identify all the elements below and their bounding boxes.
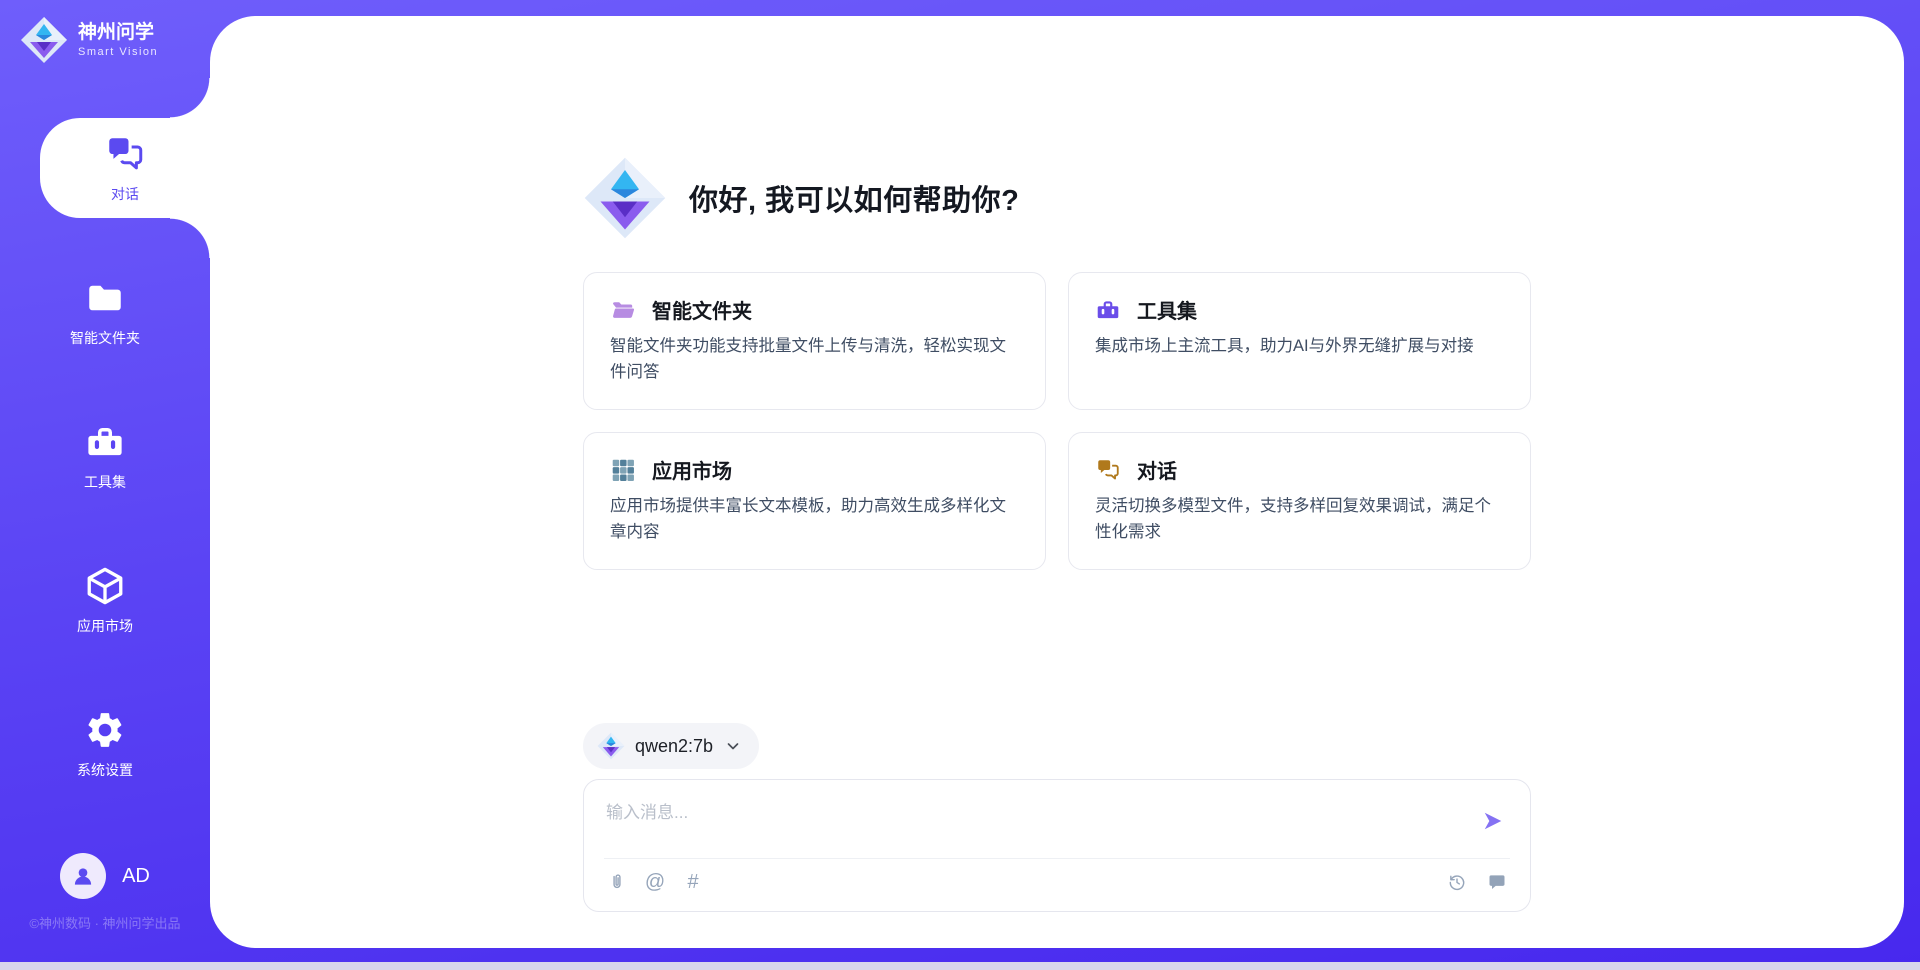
card-title: 智能文件夹 xyxy=(652,295,752,324)
message-composer: @ # xyxy=(583,779,1531,912)
card-description: 集成市场上主流工具，助力AI与外界无缝扩展与对接 xyxy=(1095,334,1504,360)
chevron-down-icon xyxy=(725,738,741,754)
chat-bubbles-icon xyxy=(1095,457,1121,483)
toolbox-icon xyxy=(1095,297,1121,323)
card-app-market[interactable]: 应用市场 应用市场提供丰富长文本模板，助力高效生成多样化文章内容 xyxy=(583,432,1046,570)
at-icon: @ xyxy=(645,872,665,892)
market-grid-icon xyxy=(610,457,636,483)
feature-cards: 智能文件夹 智能文件夹功能支持批量文件上传与清洗，轻松实现文件问答 工具集 集成… xyxy=(583,272,1531,570)
send-button[interactable] xyxy=(1476,804,1510,838)
cube-icon xyxy=(84,565,126,607)
send-icon xyxy=(1482,810,1504,832)
feedback-button[interactable] xyxy=(1484,869,1510,895)
history-icon xyxy=(1447,872,1467,892)
sidebar-item-label: 应用市场 xyxy=(77,616,133,636)
user-account[interactable]: AD xyxy=(0,853,210,899)
model-name: qwen2:7b xyxy=(635,736,713,757)
card-title: 应用市场 xyxy=(652,455,732,484)
main-panel: 你好, 我可以如何帮助你? 智能文件夹 智能文件夹功能支持批量文件上传与清洗，轻… xyxy=(210,16,1904,948)
chat-bubbles-icon xyxy=(104,133,146,175)
sidebar: 神州问学 Smart Vision 对话 智能文件夹 工具集 xyxy=(0,0,210,948)
card-smart-folder[interactable]: 智能文件夹 智能文件夹功能支持批量文件上传与清洗，轻松实现文件问答 xyxy=(583,272,1046,410)
sidebar-item-label: 工具集 xyxy=(84,472,126,492)
card-title: 工具集 xyxy=(1137,295,1197,324)
folder-open-icon xyxy=(610,297,636,323)
brand-diamond-icon xyxy=(583,156,667,240)
composer-toolbar: @ # xyxy=(604,859,1510,905)
brand-diamond-icon xyxy=(20,16,68,64)
copyright-footer: ©神州数码 · 神州问学出品 xyxy=(0,913,210,932)
model-diamond-icon xyxy=(597,732,625,760)
mention-button[interactable]: @ xyxy=(642,869,668,895)
history-button[interactable] xyxy=(1444,869,1470,895)
paperclip-icon xyxy=(607,872,627,892)
card-toolset[interactable]: 工具集 集成市场上主流工具，助力AI与外界无缝扩展与对接 xyxy=(1068,272,1531,410)
sidebar-item-toolset[interactable]: 工具集 xyxy=(0,406,210,506)
card-title: 对话 xyxy=(1137,455,1177,484)
sidebar-item-label: 对话 xyxy=(111,184,139,204)
greeting-block: 你好, 我可以如何帮助你? xyxy=(583,156,1531,240)
sidebar-item-label: 系统设置 xyxy=(77,760,133,780)
card-description: 应用市场提供丰富长文本模板，助力高效生成多样化文章内容 xyxy=(610,494,1019,545)
app-title: 神州问学 xyxy=(78,22,158,44)
sidebar-item-app-market[interactable]: 应用市场 xyxy=(0,550,210,650)
toolbox-icon xyxy=(84,421,126,463)
app-subtitle: Smart Vision xyxy=(78,46,158,59)
sidebar-item-chat[interactable]: 对话 xyxy=(40,118,210,218)
content-column: 你好, 我可以如何帮助你? 智能文件夹 智能文件夹功能支持批量文件上传与清洗，轻… xyxy=(583,16,1531,948)
person-icon xyxy=(70,863,96,889)
folder-icon xyxy=(84,277,126,319)
avatar xyxy=(60,853,106,899)
user-name: AD xyxy=(122,865,150,888)
message-input[interactable] xyxy=(604,794,1476,856)
gear-icon xyxy=(84,709,126,751)
sidebar-nav: 对话 智能文件夹 工具集 应用市场 xyxy=(0,118,210,838)
sidebar-item-smart-folder[interactable]: 智能文件夹 xyxy=(0,262,210,362)
model-selector[interactable]: qwen2:7b xyxy=(583,723,759,769)
sidebar-item-label: 智能文件夹 xyxy=(70,328,140,348)
hash-icon: # xyxy=(687,872,698,892)
app-logo: 神州问学 Smart Vision xyxy=(0,0,210,64)
greeting-title: 你好, 我可以如何帮助你? xyxy=(689,177,1019,219)
comment-icon xyxy=(1487,872,1507,892)
attach-file-button[interactable] xyxy=(604,869,630,895)
card-description: 智能文件夹功能支持批量文件上传与清洗，轻松实现文件问答 xyxy=(610,334,1019,385)
window-bottom-edge xyxy=(0,962,1920,970)
card-description: 灵活切换多模型文件，支持多样回复效果调试，满足个性化需求 xyxy=(1095,494,1504,545)
sidebar-item-settings[interactable]: 系统设置 xyxy=(0,694,210,794)
topic-button[interactable]: # xyxy=(680,869,706,895)
card-chat[interactable]: 对话 灵活切换多模型文件，支持多样回复效果调试，满足个性化需求 xyxy=(1068,432,1531,570)
